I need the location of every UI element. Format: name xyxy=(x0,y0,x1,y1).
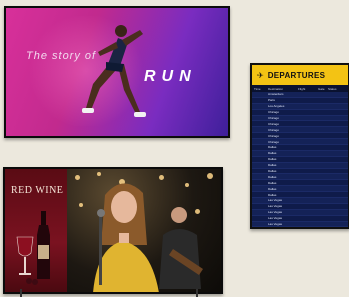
column-header-status: Status xyxy=(328,86,337,91)
wine-promo-panel: RED WINE xyxy=(5,169,67,292)
row-destination: Las Vegas xyxy=(268,216,283,221)
row-destination: Chicago xyxy=(268,139,280,144)
board-column-headers: Time Destination Flight Gate Status xyxy=(252,85,348,92)
row-destination: Las Vegas xyxy=(268,198,283,203)
runner-figure xyxy=(82,25,146,117)
singer-figure xyxy=(93,183,159,292)
board-header: ✈ DEPARTURES xyxy=(252,65,348,85)
column-header-gate: Gate xyxy=(318,86,325,91)
row-destination: Chicago xyxy=(268,127,280,132)
row-destination: Dallas xyxy=(268,157,277,162)
row-destination: Las Vegas xyxy=(268,222,283,227)
row-destination: Paris xyxy=(268,98,275,103)
board-rows: Amsterdam Paris Los Angeles Chicago Chicago C… xyxy=(252,92,348,229)
bokeh-light xyxy=(75,175,80,180)
promo-title: RED WINE xyxy=(11,185,64,196)
row-destination: Dallas xyxy=(268,145,277,150)
display-run-ad: The story of RUN xyxy=(4,6,230,138)
row-destination: Chicago xyxy=(268,110,280,115)
departures-board: ✈ DEPARTURES Time Destination Flight Gat… xyxy=(250,63,349,229)
column-header-time: Time xyxy=(254,86,261,91)
row-destination: Chicago xyxy=(268,133,280,138)
bokeh-light xyxy=(79,203,83,207)
row-destination: Dallas xyxy=(268,169,277,174)
wine-bottle-and-glass xyxy=(16,211,50,285)
row-destination: Chicago xyxy=(268,121,280,126)
row-destination: Las Vegas xyxy=(268,204,283,209)
row-destination: Chicago xyxy=(268,116,280,120)
bokeh-light xyxy=(185,183,189,187)
bokeh-light xyxy=(207,173,213,179)
tv-stand-right xyxy=(196,289,198,297)
column-header-flight: Flight xyxy=(298,86,306,91)
row-destination: Dallas xyxy=(268,163,277,168)
row-destination: Las Vegas xyxy=(268,210,283,215)
board-title: DEPARTURES xyxy=(267,70,326,80)
row-destination: Amsterdam xyxy=(268,92,284,97)
singer-scene xyxy=(67,169,221,292)
display-concert-ad: RED WINE xyxy=(3,167,223,294)
ad-tagline: The story of xyxy=(26,50,97,62)
plane-icon: ✈ xyxy=(257,70,264,80)
row-destination: Los Angeles xyxy=(268,104,285,109)
ad-headline: RUN xyxy=(144,68,197,85)
tv-stand-left xyxy=(20,289,22,297)
row-destination: Dallas xyxy=(268,151,277,156)
column-header-destination: Destination xyxy=(268,86,284,91)
row-destination: Dallas xyxy=(268,180,277,185)
row-destination: Dallas xyxy=(268,174,277,179)
row-destination: Dallas xyxy=(268,186,277,191)
row-destination: Dallas xyxy=(268,192,277,197)
row-destination: Las Vegas xyxy=(268,228,298,229)
departure-row: Las Vegas xyxy=(252,227,348,229)
